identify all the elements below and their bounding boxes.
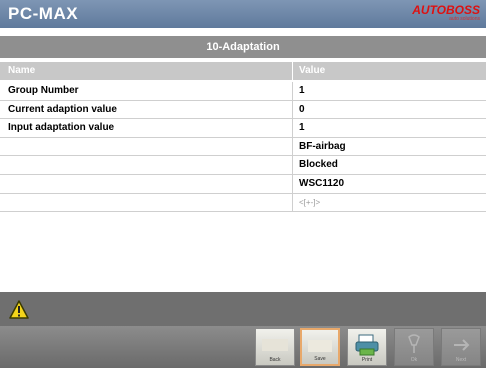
- status-bar: [0, 292, 486, 326]
- cell-value: 1: [299, 85, 305, 96]
- row-divider: [292, 82, 293, 100]
- section-title: 10-Adaptation: [0, 36, 486, 58]
- table-row[interactable]: WSC1120: [0, 174, 486, 194]
- cell-name: Input adaptation value: [8, 122, 115, 134]
- table-row[interactable]: <[+-]>: [0, 193, 486, 213]
- cell-value: Blocked: [299, 159, 338, 171]
- cell-value: WSC1120: [299, 177, 345, 189]
- next-button[interactable]: Next: [441, 328, 481, 366]
- back-icon: [262, 339, 288, 351]
- ok-button[interactable]: Ok: [394, 328, 434, 366]
- row-divider: [292, 119, 293, 137]
- row-divider: [292, 174, 293, 193]
- ok-icon: [408, 334, 420, 353]
- app-title: PC-MAX: [8, 4, 79, 23]
- row-divider: [292, 156, 293, 174]
- cell-value: <[+-]>: [299, 197, 321, 207]
- print-button-label: Print: [361, 357, 373, 363]
- cell-value: 1: [299, 122, 305, 134]
- bottom-toolbar: Back Save Print Ok Next: [0, 326, 486, 368]
- cell-name: Current adaption value: [8, 103, 117, 115]
- row-divider: [292, 137, 293, 156]
- warning-icon: [9, 300, 29, 319]
- table-row[interactable]: Current adaption value 0: [0, 100, 486, 120]
- next-button-label: Next: [455, 357, 467, 363]
- column-divider: [292, 62, 293, 80]
- print-button[interactable]: Print: [347, 328, 387, 366]
- table-row[interactable]: BF-airbag: [0, 137, 486, 157]
- row-divider: [292, 100, 293, 119]
- next-icon: [454, 339, 470, 351]
- ok-button-label: Ok: [410, 357, 418, 363]
- autoboss-logo: AUTOBOSS auto solutions: [412, 3, 480, 23]
- column-header-value: Value: [299, 65, 326, 76]
- save-button[interactable]: Save: [300, 328, 340, 366]
- table-row[interactable]: Input adaptation value 1: [0, 119, 486, 138]
- table-header: Name Value: [0, 62, 486, 80]
- column-header-name: Name: [8, 65, 36, 76]
- logo-text: AUTOBOSS: [412, 3, 480, 17]
- back-button-label: Back: [269, 357, 281, 363]
- logo-subtext: auto solutions: [449, 16, 480, 22]
- row-divider: [292, 193, 293, 212]
- save-button-label: Save: [314, 356, 326, 362]
- table-body: Group Number 1 Current adaption value 0 …: [0, 82, 486, 213]
- table-row[interactable]: Blocked: [0, 156, 486, 175]
- title-bar: PC-MAX AUTOBOSS auto solutions: [0, 0, 486, 28]
- content-area: 10-Adaptation Name Value Group Number 1 …: [0, 28, 486, 292]
- print-icon: [355, 334, 379, 356]
- cell-name: Group Number: [8, 85, 79, 96]
- table-row[interactable]: Group Number 1: [0, 82, 486, 101]
- cell-value: BF-airbag: [299, 140, 346, 152]
- back-button[interactable]: Back: [255, 328, 295, 366]
- cell-value: 0: [299, 103, 305, 115]
